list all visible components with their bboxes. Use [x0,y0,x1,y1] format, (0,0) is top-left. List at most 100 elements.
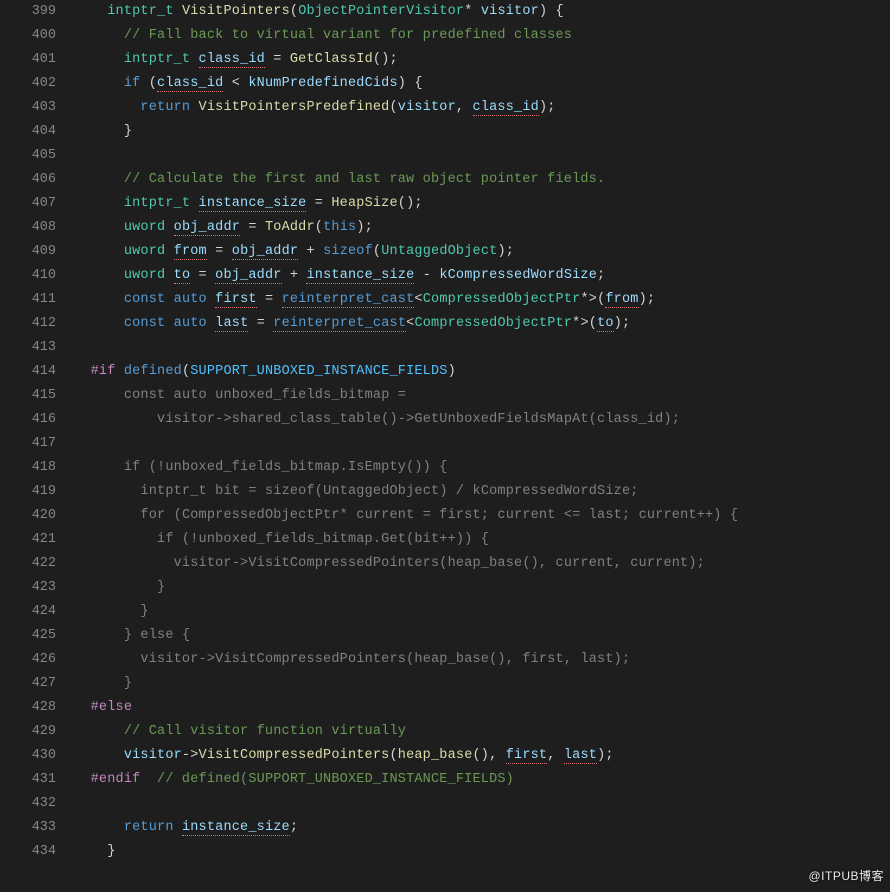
code-line: 421 if (!unboxed_fields_bitmap.Get(bit++… [0,528,890,552]
code-content: // Call visitor function virtually [74,720,890,744]
code-editor: 399 intptr_t VisitPointers(ObjectPointer… [0,0,890,892]
watermark-label: @ITPUB博客 [808,864,884,888]
code-line: 422 visitor->VisitCompressedPointers(hea… [0,552,890,576]
code-content: visitor->VisitCompressedPointers(heap_ba… [74,648,890,672]
code-line: 415 const auto unboxed_fields_bitmap = [0,384,890,408]
line-number: 423 [0,576,74,600]
code-line: 426 visitor->VisitCompressedPointers(hea… [0,648,890,672]
code-line: 427 } [0,672,890,696]
line-number: 434 [0,840,74,864]
line-number: 403 [0,96,74,120]
code-content: visitor->shared_class_table()->GetUnboxe… [74,408,890,432]
code-content: return instance_size; [74,816,890,840]
line-number: 410 [0,264,74,288]
line-number: 407 [0,192,74,216]
code-content: if (!unboxed_fields_bitmap.IsEmpty()) { [74,456,890,480]
code-line: 409 uword from = obj_addr + sizeof(Untag… [0,240,890,264]
line-number: 404 [0,120,74,144]
line-number: 405 [0,144,74,168]
code-line: 408 uword obj_addr = ToAddr(this); [0,216,890,240]
code-content: const auto unboxed_fields_bitmap = [74,384,890,408]
code-content: } [74,120,890,144]
line-number: 406 [0,168,74,192]
code-line: 419 intptr_t bit = sizeof(UntaggedObject… [0,480,890,504]
code-content [74,144,890,168]
code-line: 412 const auto last = reinterpret_cast<C… [0,312,890,336]
code-content: // Calculate the first and last raw obje… [74,168,890,192]
code-line: 432 [0,792,890,816]
code-content: } [74,840,890,864]
line-number: 401 [0,48,74,72]
line-number: 411 [0,288,74,312]
code-line: 420 for (CompressedObjectPtr* current = … [0,504,890,528]
code-content: } else { [74,624,890,648]
code-line: 402 if (class_id < kNumPredefinedCids) { [0,72,890,96]
code-content [74,336,890,360]
line-number: 414 [0,360,74,384]
line-number: 427 [0,672,74,696]
line-number: 424 [0,600,74,624]
code-content: visitor->VisitCompressedPointers(heap_ba… [74,744,890,768]
code-line: 416 visitor->shared_class_table()->GetUn… [0,408,890,432]
line-number: 413 [0,336,74,360]
code-content: return VisitPointersPredefined(visitor, … [74,96,890,120]
line-number: 432 [0,792,74,816]
code-content [74,792,890,816]
code-content: #else [74,696,890,720]
code-lines-container: 399 intptr_t VisitPointers(ObjectPointer… [0,0,890,864]
code-content: for (CompressedObjectPtr* current = firs… [74,504,890,528]
code-line: 401 intptr_t class_id = GetClassId(); [0,48,890,72]
line-number: 408 [0,216,74,240]
code-line: 431 #endif // defined(SUPPORT_UNBOXED_IN… [0,768,890,792]
code-line: 424 } [0,600,890,624]
code-line: 434 } [0,840,890,864]
code-line: 418 if (!unboxed_fields_bitmap.IsEmpty()… [0,456,890,480]
line-number: 416 [0,408,74,432]
code-content: // Fall back to virtual variant for pred… [74,24,890,48]
line-number: 421 [0,528,74,552]
code-line: 433 return instance_size; [0,816,890,840]
code-line: 414 #if defined(SUPPORT_UNBOXED_INSTANCE… [0,360,890,384]
code-line: 400 // Fall back to virtual variant for … [0,24,890,48]
code-content: } [74,672,890,696]
code-line: 403 return VisitPointersPredefined(visit… [0,96,890,120]
line-number: 415 [0,384,74,408]
code-content: const auto first = reinterpret_cast<Comp… [74,288,890,312]
code-content: const auto last = reinterpret_cast<Compr… [74,312,890,336]
line-number: 418 [0,456,74,480]
code-content: uword obj_addr = ToAddr(this); [74,216,890,240]
line-number: 409 [0,240,74,264]
code-line: 430 visitor->VisitCompressedPointers(hea… [0,744,890,768]
line-number: 429 [0,720,74,744]
line-number: 400 [0,24,74,48]
code-line: 413 [0,336,890,360]
code-line: 405 [0,144,890,168]
line-number: 422 [0,552,74,576]
code-line: 410 uword to = obj_addr + instance_size … [0,264,890,288]
line-number: 426 [0,648,74,672]
line-number: 431 [0,768,74,792]
code-content: intptr_t VisitPointers(ObjectPointerVisi… [74,0,890,24]
code-line: 417 [0,432,890,456]
code-content: intptr_t bit = sizeof(UntaggedObject) / … [74,480,890,504]
line-number: 425 [0,624,74,648]
line-number: 428 [0,696,74,720]
line-number: 417 [0,432,74,456]
line-number: 420 [0,504,74,528]
code-line: 428 #else [0,696,890,720]
code-content: if (!unboxed_fields_bitmap.Get(bit++)) { [74,528,890,552]
code-content: uword from = obj_addr + sizeof(UntaggedO… [74,240,890,264]
code-line: 399 intptr_t VisitPointers(ObjectPointer… [0,0,890,24]
line-number: 419 [0,480,74,504]
code-content: visitor->VisitCompressedPointers(heap_ba… [74,552,890,576]
code-line: 406 // Calculate the first and last raw … [0,168,890,192]
code-line: 429 // Call visitor function virtually [0,720,890,744]
line-number: 399 [0,0,74,24]
code-content [74,432,890,456]
line-number: 430 [0,744,74,768]
code-content: #if defined(SUPPORT_UNBOXED_INSTANCE_FIE… [74,360,890,384]
code-content: if (class_id < kNumPredefinedCids) { [74,72,890,96]
code-content: intptr_t class_id = GetClassId(); [74,48,890,72]
line-number: 433 [0,816,74,840]
code-content: #endif // defined(SUPPORT_UNBOXED_INSTAN… [74,768,890,792]
